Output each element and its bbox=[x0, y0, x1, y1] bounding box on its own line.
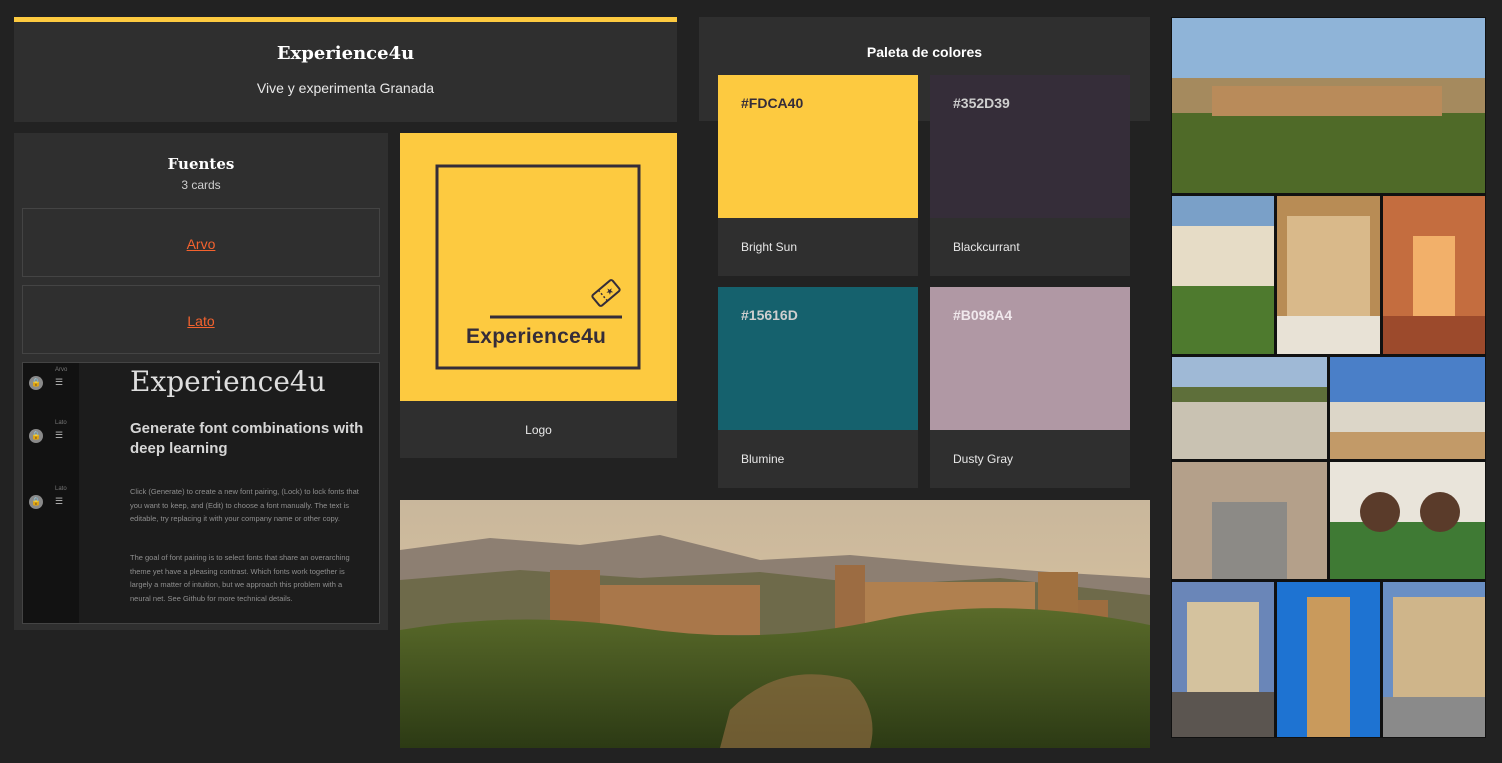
title-card: Experience4u Vive y experimenta Granada bbox=[14, 17, 677, 122]
preview-subheading[interactable]: Generate font combinations with deep lea… bbox=[130, 419, 379, 459]
font-control-label: Arvo bbox=[55, 367, 68, 373]
preview-paragraph[interactable]: Click (Generate) to create a new font pa… bbox=[130, 485, 362, 526]
fonts-title: Fuentes bbox=[167, 155, 235, 173]
font-control-row: Arvo 🔒 ☰ bbox=[27, 367, 75, 397]
lock-icon[interactable]: 🔒 bbox=[29, 376, 43, 390]
swatch-hex: #B098A4 bbox=[953, 307, 1013, 323]
logo-card: ★ Experience4u Logo bbox=[400, 133, 677, 458]
gallery-photo bbox=[1330, 357, 1485, 459]
gallery-photo bbox=[1172, 462, 1327, 579]
edit-font-icon[interactable]: ☰ bbox=[55, 377, 63, 388]
logo-wordmark: Experience4u bbox=[466, 325, 607, 348]
font-control-label: Lato bbox=[55, 486, 67, 492]
swatch-name: Bright Sun bbox=[741, 240, 798, 254]
alhambra-panorama-photo bbox=[400, 500, 1150, 748]
gallery-photo bbox=[1277, 196, 1380, 354]
swatch-hex: #15616D bbox=[741, 307, 798, 323]
font-link-lato[interactable]: Lato bbox=[187, 313, 214, 329]
gallery-photo bbox=[1383, 582, 1485, 737]
font-control-row: Lato 🔒 ☰ bbox=[27, 486, 75, 516]
font-pairing-preview: Arvo 🔒 ☰ Lato 🔒 ☰ Lato 🔒 ☰ Experience4u … bbox=[22, 362, 380, 624]
gallery-photo bbox=[1172, 582, 1274, 737]
color-swatch-bright-sun[interactable]: #FDCA40 Bright Sun bbox=[718, 75, 918, 276]
brand-title: Experience4u bbox=[276, 43, 415, 64]
font-card-lato: Lato bbox=[22, 285, 380, 354]
preview-paragraph[interactable]: The goal of font pairing is to select fo… bbox=[130, 551, 362, 605]
palette-title: Paleta de colores bbox=[866, 44, 983, 60]
color-swatch-blackcurrant[interactable]: #352D39 Blackcurrant bbox=[930, 75, 1130, 276]
lock-icon[interactable]: 🔒 bbox=[29, 495, 43, 509]
font-link-arvo[interactable]: Arvo bbox=[187, 236, 216, 252]
swatch-name: Blumine bbox=[741, 452, 785, 466]
gallery-photo bbox=[1172, 18, 1485, 193]
font-control-label: Lato bbox=[55, 420, 67, 426]
color-swatch-blumine[interactable]: #15616D Blumine bbox=[718, 287, 918, 488]
swatch-name: Blackcurrant bbox=[953, 240, 1020, 254]
gallery-photo bbox=[1172, 357, 1327, 459]
gallery-photo bbox=[1172, 196, 1274, 354]
edit-font-icon[interactable]: ☰ bbox=[55, 430, 63, 441]
lock-icon[interactable]: 🔒 bbox=[29, 429, 43, 443]
swatch-hex: #352D39 bbox=[953, 95, 1010, 111]
ticket-icon: ★ bbox=[591, 279, 621, 307]
logo-image: ★ Experience4u bbox=[400, 133, 677, 401]
font-card-arvo: Arvo bbox=[22, 208, 380, 277]
fonts-count: 3 cards bbox=[181, 178, 221, 192]
gallery-photo bbox=[1383, 196, 1485, 354]
svg-text:★: ★ bbox=[604, 286, 617, 299]
gallery-photo bbox=[1277, 582, 1380, 737]
font-control-row: Lato 🔒 ☰ bbox=[27, 420, 75, 450]
brand-subtitle: Vive y experimenta Granada bbox=[256, 80, 435, 96]
color-swatch-dusty-gray[interactable]: #B098A4 Dusty Gray bbox=[930, 287, 1130, 488]
swatch-name: Dusty Gray bbox=[953, 452, 1014, 466]
font-controls-sidebar: Arvo 🔒 ☰ Lato 🔒 ☰ Lato 🔒 ☰ bbox=[23, 363, 79, 623]
granada-photo-gallery bbox=[1171, 17, 1486, 738]
gallery-photo bbox=[1330, 462, 1485, 579]
swatch-hex: #FDCA40 bbox=[741, 95, 804, 111]
logo-caption: Logo bbox=[525, 423, 552, 437]
edit-font-icon[interactable]: ☰ bbox=[55, 496, 63, 507]
preview-heading[interactable]: Experience4u bbox=[130, 365, 326, 398]
fonts-card: Fuentes 3 cards Arvo Lato Arvo 🔒 ☰ Lato … bbox=[14, 133, 388, 630]
